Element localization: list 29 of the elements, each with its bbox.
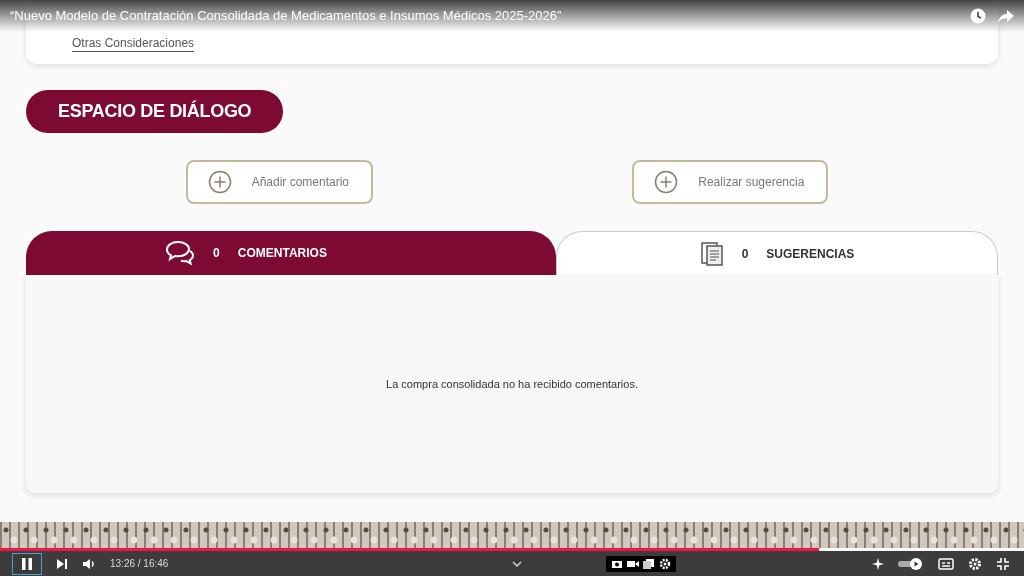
video-title: “Nuevo Modelo de Contratación Consolidada de Medicamentos e Insumos Médicos 2025-2026” — [10, 7, 563, 23]
action-button[interactable]: Realizar sugerencia — [632, 160, 829, 204]
sparkle-icon[interactable] — [872, 557, 884, 570]
next-icon[interactable] — [56, 557, 68, 570]
time-display: 13:26 / 16:46 — [110, 558, 169, 569]
settings-icon[interactable] — [659, 557, 672, 570]
action-button[interactable]: Añadir comentario — [185, 160, 373, 204]
plus-circle-icon — [654, 170, 679, 194]
exit-fullscreen-icon[interactable] — [996, 556, 1010, 571]
tab[interactable]: 0 SUGERENCIAS — [556, 231, 998, 275]
pause-button[interactable] — [12, 552, 42, 575]
autoplay-toggle-icon[interactable] — [898, 556, 924, 571]
plus-circle-icon — [207, 170, 232, 194]
clock-icon[interactable] — [970, 8, 986, 24]
copy-icon[interactable] — [643, 558, 656, 569]
video-camera-icon[interactable] — [627, 558, 640, 569]
subtitles-icon[interactable] — [938, 557, 954, 570]
pause-icon — [20, 556, 34, 571]
tab[interactable]: 0 COMENTARIOS — [26, 231, 556, 275]
settings-icon[interactable] — [968, 556, 982, 571]
section-link[interactable]: Otras Consideraciones — [72, 36, 195, 52]
speech-bubbles-icon — [165, 240, 196, 266]
document-icon — [699, 240, 724, 267]
volume-icon[interactable] — [82, 556, 96, 571]
camera-icon[interactable] — [611, 558, 624, 569]
empty-message: La compra consolidada no ha recibido comentarios. — [386, 378, 638, 390]
share-arrow-icon[interactable] — [998, 9, 1014, 23]
section-heading: ESPACIO DE DIÁLOGO — [26, 90, 284, 133]
chevron-down-icon[interactable] — [512, 560, 523, 567]
